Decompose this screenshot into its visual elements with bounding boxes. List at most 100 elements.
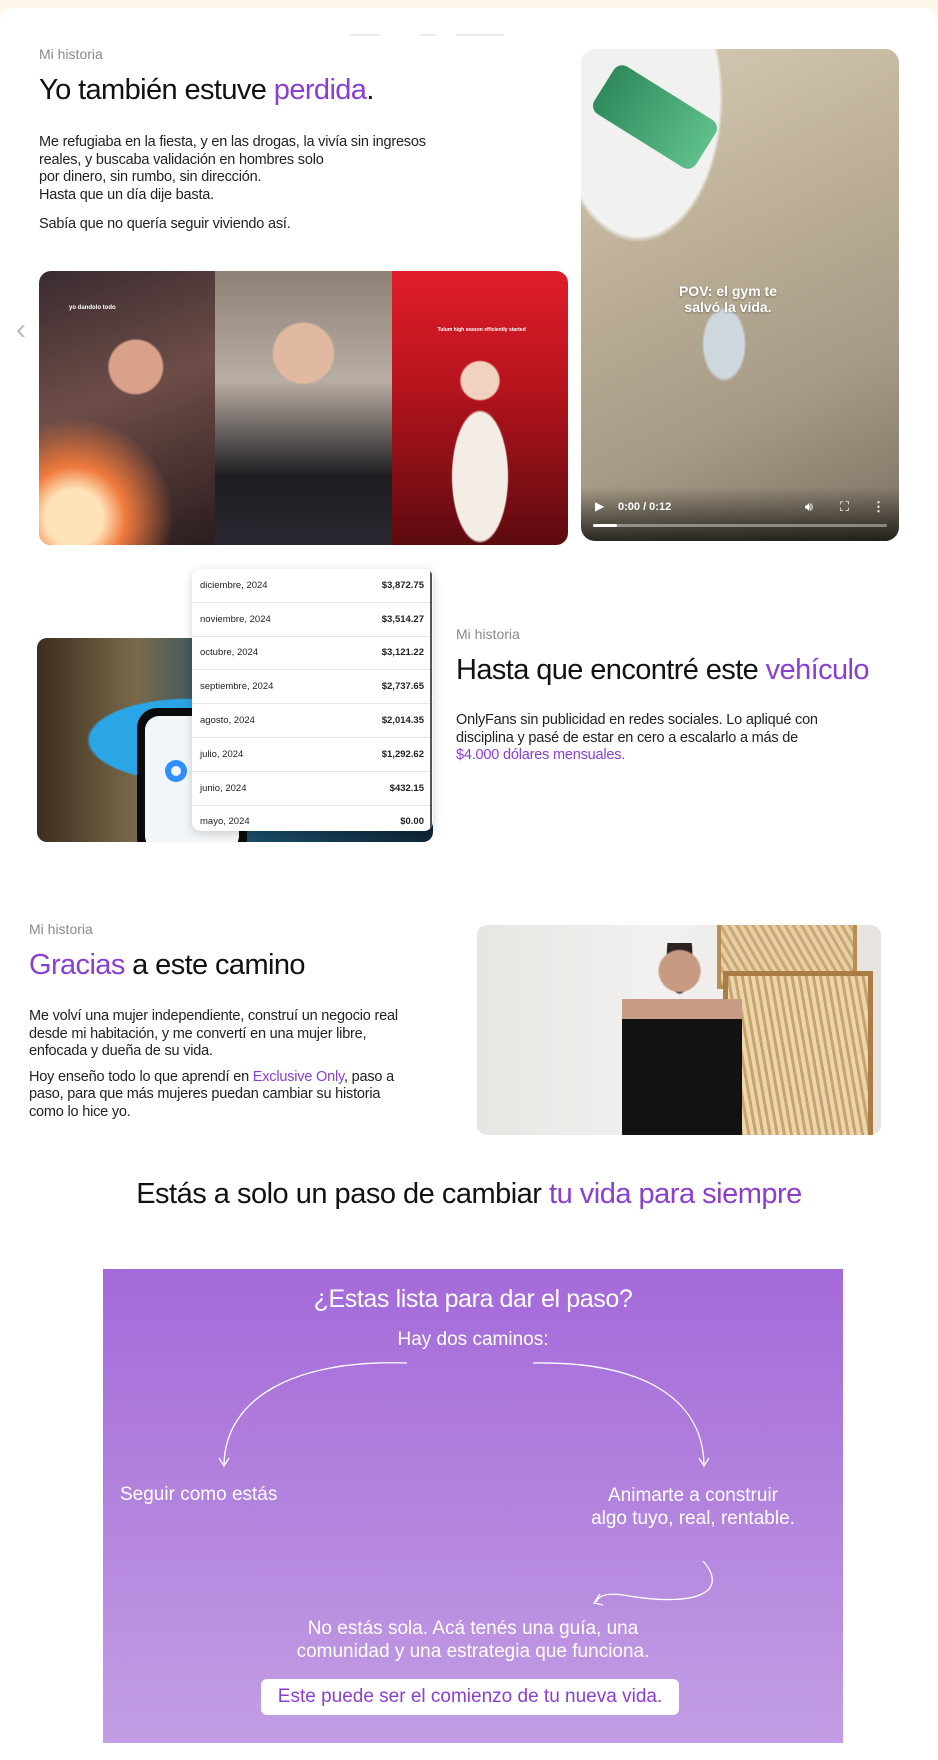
path-option-build: Animarte a construir algo tuyo, real, re… [573, 1484, 813, 1530]
video-caption: POV: el gym te salvó la vida. [643, 283, 813, 315]
divider [420, 34, 436, 36]
earnings-month: noviembre, 2024 [200, 613, 271, 625]
cta-question: ¿Estas lista para dar el paso? [313, 1285, 633, 1313]
earnings-month: mayo, 2024 [200, 816, 250, 828]
onlyfans-logo-icon [165, 760, 187, 782]
earnings-row: septiembre, 2024 $2,737.65 [192, 670, 433, 705]
video-caption-line: salvó la vida. [684, 299, 772, 315]
cta-subtitle: Hay dos caminos: [397, 1329, 549, 1350]
earnings-row: diciembre, 2024 $3,872.75 [192, 569, 433, 603]
title-text: Hasta que encontré este [456, 654, 766, 686]
photo-strip: yo dandolo todo Tulum high season effici… [39, 271, 568, 545]
photo-caption: Tulum high season efficiently started [437, 327, 526, 333]
earnings-month: julio, 2024 [200, 748, 244, 760]
section-highlight: $4.000 dólares mensuales. [456, 747, 626, 763]
section-eyebrow: Mi historia [39, 46, 103, 62]
video-player[interactable]: POV: el gym te salvó la vida. ▶ 0:00 / 0… [581, 49, 899, 541]
divider [456, 34, 504, 36]
video-controls: ▶ 0:00 / 0:12 🔊︎ ⛶ ⋮ [581, 487, 899, 541]
section-eyebrow: Mi historia [456, 626, 520, 642]
earnings-month: diciembre, 2024 [200, 579, 268, 591]
section-body: Me volví una mujer independiente, constr… [29, 1008, 449, 1121]
earnings-month: agosto, 2024 [200, 715, 255, 727]
message-line: comunidad y una estrategia que funciona. [296, 1641, 650, 1662]
play-icon[interactable]: ▶ [595, 499, 604, 513]
section-title: Yo también estuve perdida. [39, 74, 374, 107]
title-text: Yo también estuve [39, 74, 274, 106]
section-body: Me refugiaba en la fiesta, y en las drog… [39, 134, 459, 204]
photo-caption: yo dandolo todo [69, 305, 116, 311]
section-title: Gracias a este camino [29, 949, 306, 982]
body-line: Me volví una mujer independiente, constr… [29, 1008, 398, 1024]
wall-art [723, 971, 873, 1135]
scrollbar[interactable] [430, 569, 432, 831]
body-text: , paso a [343, 1068, 394, 1085]
section-eyebrow: Mi historia [29, 921, 93, 937]
divider [350, 34, 380, 36]
earnings-amount: $2,737.65 [381, 681, 424, 693]
title-text: . [366, 74, 374, 106]
title-text: a este camino [124, 949, 305, 981]
headline-text: Estás a solo un paso de cambiar [136, 1178, 550, 1210]
earnings-month: septiembre, 2024 [200, 681, 274, 693]
earnings-amount: $3,872.75 [381, 579, 424, 591]
earnings-row: agosto, 2024 $2,014.35 [192, 704, 433, 738]
option-line: algo tuyo, real, rentable. [591, 1508, 795, 1529]
title-highlight: vehículo [765, 654, 870, 686]
path-option-stay: Seguir como estás [120, 1484, 278, 1505]
section-highlight: Sabía que no quería seguir viviendo así. [39, 216, 291, 232]
earnings-amount: $2,014.35 [381, 715, 424, 727]
body-line: como lo hice yo. [29, 1103, 131, 1120]
body-line: Hoy enseño todo lo que aprendí en Exclus… [29, 1069, 449, 1087]
title-highlight: perdida [273, 74, 367, 106]
video-caption-line: POV: el gym te [678, 283, 778, 299]
body-line: por dinero, sin rumbo, sin dirección. [39, 169, 262, 185]
section-title: Hasta que encontré este vehículo [456, 654, 869, 687]
earnings-amount: $432.15 [389, 782, 424, 794]
earnings-month: octubre, 2024 [200, 647, 259, 659]
fullscreen-icon[interactable]: ⛶ [840, 499, 849, 515]
toothpaste-shape [589, 61, 721, 173]
body-line: paso, para que más mujeres puedan cambia… [29, 1086, 381, 1102]
earnings-amount: $0.00 [400, 816, 424, 828]
section-body: OnlyFans sin publicidad en redes sociale… [456, 712, 896, 765]
body-line: disciplina y pasé de estar en cero a esc… [456, 729, 799, 746]
body-text: Hoy enseño todo lo que aprendí en [29, 1068, 253, 1085]
page: Mi historia Yo también estuve perdida. M… [0, 8, 938, 1760]
earnings-row: noviembre, 2024 $3,514.27 [192, 603, 433, 637]
main-headline: Estás a solo un paso de cambiar tu vida … [0, 1178, 938, 1211]
body-line: desde mi habitación, y me convertí en un… [29, 1025, 367, 1042]
body-line: enfocada y dueña de su vida. [29, 1043, 213, 1059]
earnings-amount: $1,292.62 [381, 748, 424, 760]
video-time: 0:00 / 0:12 [618, 501, 672, 513]
party-photo-3: Tulum high season efficiently started [391, 271, 568, 545]
earnings-month: junio, 2024 [200, 782, 247, 794]
body-line: Me refugiaba en la fiesta, y en las drog… [39, 134, 426, 150]
body-line: reales, y buscaba validación en hombres … [39, 151, 324, 168]
volume-icon[interactable]: 🔊︎ [805, 499, 813, 515]
earnings-row: mayo, 2024 $0.00 [192, 806, 433, 831]
body-line: Hasta que un día dije basta. [39, 186, 214, 203]
earnings-amount: $3,514.27 [381, 613, 424, 625]
earnings-row: junio, 2024 $432.15 [192, 772, 433, 806]
earnings-row: julio, 2024 $1,292.62 [192, 738, 433, 772]
more-options-icon[interactable]: ⋮ [872, 499, 885, 515]
message-line: No estás sola. Acá tenés una guía, una [307, 1618, 639, 1639]
earnings-row: octubre, 2024 $3,121.22 [192, 637, 433, 671]
portrait-photo [477, 925, 881, 1135]
cta-message: No estás sola. Acá tenés una guía, una c… [223, 1617, 723, 1663]
woman-figure [622, 943, 742, 1135]
option-line: Animarte a construir [607, 1485, 778, 1506]
video-progress-bar[interactable] [593, 524, 887, 527]
headline-highlight: tu vida para siempre [549, 1178, 802, 1210]
cta-panel: ¿Estas lista para dar el paso? Hay dos c… [103, 1269, 843, 1743]
exclusive-only-link[interactable]: Exclusive Only [253, 1069, 344, 1085]
body-line: OnlyFans sin publicidad en redes sociale… [456, 712, 818, 728]
cta-button[interactable]: Este puede ser el comienzo de tu nueva v… [261, 1679, 679, 1715]
earnings-table: diciembre, 2024 $3,872.75 noviembre, 2024… [192, 569, 433, 831]
carousel-prev-icon[interactable]: ‹ [16, 313, 30, 363]
party-photo-2 [215, 271, 392, 545]
earnings-amount: $3,121.22 [381, 647, 424, 659]
title-highlight: Gracias [29, 949, 125, 981]
video-progress-fill [593, 524, 617, 527]
